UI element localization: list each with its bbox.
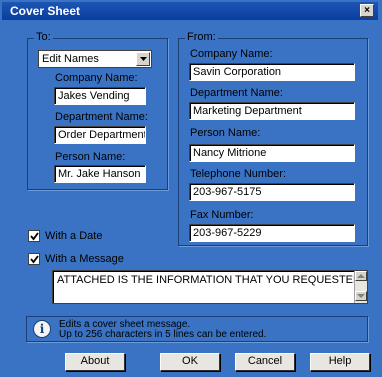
- to-company-field[interactable]: Jakes Vending: [54, 87, 146, 105]
- checkmark-icon: [30, 255, 39, 264]
- help-button[interactable]: Help: [310, 353, 370, 371]
- to-person-label: Person Name:: [55, 151, 126, 163]
- to-names-select[interactable]: Edit Names: [38, 50, 152, 68]
- to-company-label: Company Name:: [55, 72, 138, 84]
- message-textarea[interactable]: ATTACHED IS THE INFORMATION THAT YOU REQ…: [52, 270, 368, 304]
- cancel-button[interactable]: Cancel: [235, 353, 295, 371]
- from-company-field[interactable]: Savin Corporation: [189, 63, 355, 81]
- to-group-label: To:: [34, 31, 53, 43]
- to-department-field[interactable]: Order Department: [54, 126, 146, 144]
- info-line-2: Up to 256 characters in 5 lines can be e…: [59, 329, 267, 340]
- to-department-label: Department Name:: [55, 111, 148, 123]
- from-department-field[interactable]: Marketing Department: [189, 102, 355, 120]
- from-telephone-label: Telephone Number:: [190, 168, 287, 180]
- message-text: ATTACHED IS THE INFORMATION THAT YOU REQ…: [57, 274, 365, 286]
- to-names-select-value: Edit Names: [42, 53, 99, 65]
- close-icon: ×: [364, 5, 370, 16]
- from-fax-field[interactable]: 203-967-5229: [189, 224, 355, 242]
- from-person-label: Person Name:: [190, 127, 261, 139]
- chevron-up-icon: [357, 274, 365, 278]
- title-bar: Cover Sheet ×: [2, 2, 378, 20]
- with-message-checkbox[interactable]: [28, 253, 40, 265]
- scroll-up-button[interactable]: [355, 271, 367, 281]
- from-group-label: From:: [185, 31, 218, 43]
- info-icon: i: [33, 320, 51, 338]
- message-scrollbar[interactable]: [354, 271, 367, 303]
- with-date-checkbox[interactable]: [28, 230, 40, 242]
- chevron-down-icon[interactable]: [136, 52, 150, 66]
- to-person-field[interactable]: Mr. Jake Hanson: [54, 165, 146, 183]
- from-telephone-field[interactable]: 203-967-5175: [189, 183, 355, 201]
- window-title: Cover Sheet: [10, 4, 81, 18]
- with-message-label[interactable]: With a Message: [45, 253, 124, 265]
- chevron-down-icon: [357, 294, 365, 298]
- from-person-field[interactable]: Nancy Mitrione: [189, 144, 355, 162]
- checkmark-icon: [30, 232, 39, 241]
- info-panel: i Edits a cover sheet message. Up to 256…: [26, 316, 368, 342]
- from-fax-label: Fax Number:: [190, 209, 254, 221]
- close-button[interactable]: ×: [360, 4, 374, 17]
- with-date-label[interactable]: With a Date: [45, 230, 102, 242]
- cover-sheet-dialog: Cover Sheet × To: Edit Names Company Nam…: [0, 0, 382, 377]
- from-company-label: Company Name:: [190, 48, 273, 60]
- from-department-label: Department Name:: [190, 87, 283, 99]
- about-button[interactable]: About: [65, 353, 125, 371]
- scroll-down-button[interactable]: [355, 291, 367, 301]
- ok-button[interactable]: OK: [160, 353, 220, 371]
